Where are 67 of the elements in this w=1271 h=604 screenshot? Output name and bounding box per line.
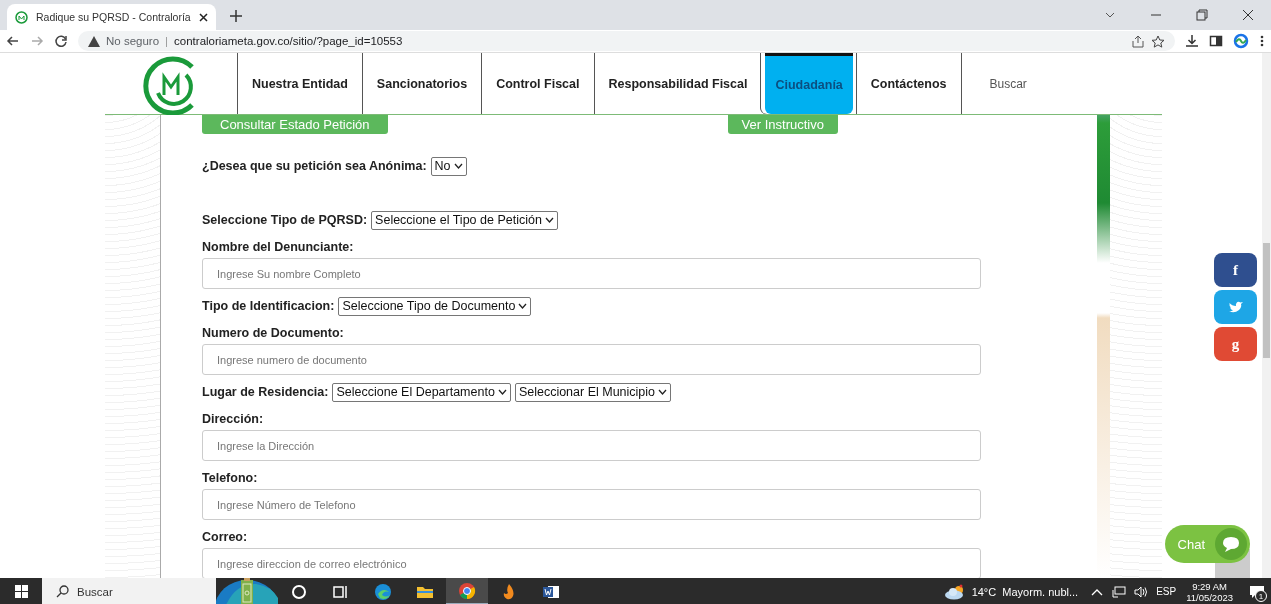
notification-button[interactable]: 1 [1243,578,1271,604]
star-icon[interactable] [1151,34,1165,48]
chevron-icon [453,163,463,169]
dropdown[interactable]: Seleccione El Departamento [332,382,511,402]
nav-item[interactable]: Control Fiscal [481,53,594,114]
browser-tab[interactable]: Radique su PQRSD - Contraloría [7,4,216,30]
menu-icon[interactable] [1259,34,1265,48]
cloud-sun-icon[interactable] [943,583,966,600]
dropdown[interactable]: No [430,156,467,176]
chat-bubble-icon [1221,535,1241,553]
site-icon [15,10,28,24]
temperature: 14°C [971,585,997,598]
field-label: Lugar de Residencia: [202,385,329,399]
side-panel-icon[interactable] [1209,34,1223,48]
input-field[interactable]: Ingrese numero de documento [202,344,981,375]
tab-title: Radique su PQRSD - Contraloría [36,11,191,23]
search-label: Buscar [77,585,113,598]
separator: | [165,35,169,47]
bird-icon [1228,300,1243,314]
nav-item[interactable]: Nuestra Entidad [237,53,362,114]
download-icon[interactable] [1185,34,1199,48]
share-button[interactable]: g [1214,327,1257,361]
new-tab-icon[interactable] [227,8,244,24]
field-label: ¿Desea que su petición sea Anónima: [202,159,427,173]
field-label: Tipo de Identificacion: [202,299,335,313]
chevron-icon [497,389,507,395]
chrome-icon[interactable] [458,581,476,600]
field-label: Numero de Documento: [202,325,345,342]
taskbar-search[interactable]: Buscar [42,578,216,604]
dropdown[interactable]: Seleccione el Tipo de Petición [371,210,558,230]
back-icon[interactable] [6,34,20,48]
input-field[interactable]: Ingrese Su nombre Completo [202,258,981,289]
weather-text: Mayorm. nubl... [1002,585,1079,598]
extension-icon[interactable] [1233,33,1249,49]
nav-item[interactable]: Contáctenos [855,53,961,114]
dropdown[interactable]: Seleccione Tipo de Documento [338,296,532,316]
close-icon[interactable] [198,12,208,22]
search-icon [56,585,69,598]
security-label: No seguro [106,35,160,47]
network-icon[interactable] [1112,585,1127,598]
chevron-icon [658,389,668,395]
share-button[interactable] [1214,290,1257,324]
share-button[interactable]: f [1214,253,1257,287]
dropdown[interactable]: Seleccionar El Municipio [514,382,672,402]
field-label: Nombre del Denunciante: [202,239,355,256]
scrollbar-thumb[interactable] [1263,243,1270,358]
nav-item[interactable]: Sancionatorios [361,53,482,114]
chevron-icon [544,217,554,223]
chevron-icon [518,303,528,309]
address-bar[interactable]: No seguro | contraloriameta.gov.co/sitio/?page_id=10553 [78,31,1175,51]
field-label: Seleccione Tipo de PQRSD: [202,213,368,227]
field-label: Correo: [202,529,249,546]
speaker-icon[interactable] [1134,585,1149,598]
input-field[interactable]: Ingrese la Dirección [202,430,981,461]
share-icon[interactable] [1131,34,1145,48]
language-indicator[interactable]: ESP [1156,586,1177,597]
reload-icon[interactable] [54,34,68,48]
edge-icon[interactable] [374,582,392,601]
windows-icon[interactable] [14,585,28,598]
input-field[interactable]: Ingrese Número de Telefono [202,489,981,520]
field-label: Dirección: [202,411,265,428]
cortana-icon[interactable] [290,582,308,601]
field-label: Telefono: [202,470,259,487]
input-field[interactable]: Ingrese direccion de correo electrónico [202,548,981,578]
url-text: contraloriameta.gov.co/sitio/?page_id=10553 [174,35,403,47]
warning-icon [88,35,100,47]
clock[interactable]: 9:29 AM 11/05/2023 [1186,580,1233,603]
